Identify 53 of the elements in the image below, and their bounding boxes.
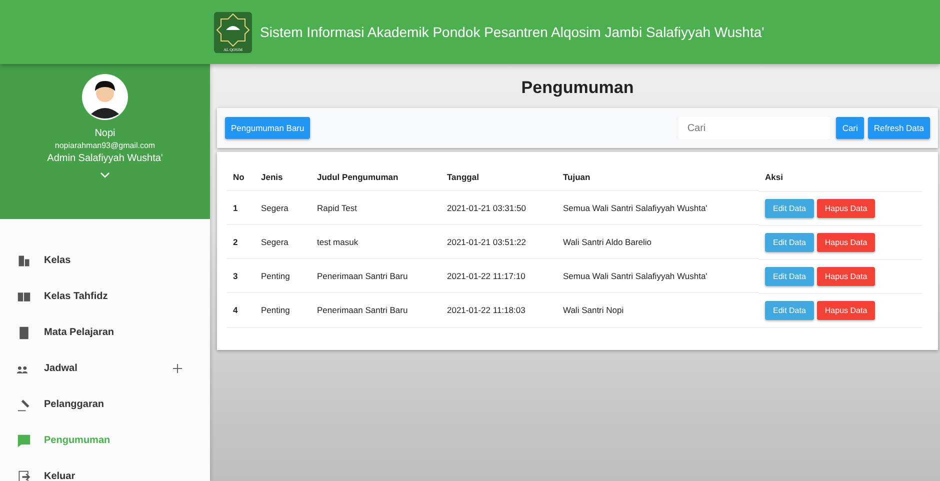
table-cell: 2 <box>227 224 255 258</box>
delete-button[interactable]: Hapus Data <box>816 198 876 218</box>
table-cell: 2021-01-21 03:31:50 <box>441 190 557 224</box>
delete-button[interactable]: Hapus Data <box>816 266 876 286</box>
table-cell: Penting <box>255 292 311 328</box>
edit-button[interactable]: Edit Data <box>765 266 814 286</box>
edit-button[interactable]: Edit Data <box>765 232 814 252</box>
table-cell: 2021-01-22 11:17:10 <box>441 258 557 292</box>
menu-item[interactable]: Kelas <box>0 252 210 269</box>
table-cell: Semua Wali Santri Salafiyyah Wushta' <box>557 258 759 292</box>
column-header: Judul Pengumuman <box>311 166 441 190</box>
search-field[interactable]: Cari <box>679 117 830 139</box>
column-header: Jenis <box>255 166 311 190</box>
table-cell: 2021-01-22 11:18:03 <box>441 292 557 328</box>
menu-item[interactable]: Jadwal <box>0 360 210 377</box>
column-header: Tanggal <box>441 166 557 190</box>
profile-name: Nopi <box>94 128 116 139</box>
menu-item[interactable]: Pengumuman <box>0 432 210 449</box>
table-cell: 4 <box>227 292 255 328</box>
table-cell: Wali Santri Aldo Barelio <box>557 224 759 258</box>
avatar-icon <box>82 74 128 120</box>
new-announcement-button[interactable]: Pengumuman Baru <box>225 117 310 139</box>
page-title: Pengumuman <box>520 78 635 98</box>
table-cell: Rapid Test <box>311 190 441 224</box>
profile-email: nopiarahman93@gmail.com <box>54 141 156 150</box>
menu-item[interactable]: Mata Pelajaran <box>0 324 210 341</box>
menu-item[interactable]: Kelas Tahfidz <box>0 288 210 305</box>
table-cell: Wali Santri Nopi <box>557 292 759 328</box>
table-cell: Penerimaan Santri Baru <box>311 292 441 328</box>
table-cell: test masuk <box>311 224 441 258</box>
table-cell: Segera <box>255 190 311 224</box>
delete-button[interactable]: Hapus Data <box>816 300 876 320</box>
table-cell: Semua Wali Santri Salafiyyah Wushta' <box>557 190 759 224</box>
search-button[interactable]: Cari <box>836 117 864 139</box>
column-header: Tujuan <box>557 166 759 190</box>
plus-icon[interactable] <box>173 364 182 373</box>
app-title: Sistem Informasi Akademik Pondok Pesantren Alqosim Jambi Salafiyyah Wushta' <box>260 24 764 40</box>
table-cell: 2021-01-21 03:51:22 <box>441 224 557 258</box>
edit-button[interactable]: Edit Data <box>765 198 814 218</box>
chevron-down-icon[interactable] <box>100 172 110 178</box>
table-cell: Segera <box>255 224 311 258</box>
table-cell: 1 <box>227 190 255 224</box>
menu-item[interactable]: Keluar <box>0 468 210 481</box>
column-header: No <box>227 166 255 190</box>
table-cell: Penerimaan Santri Baru <box>311 258 441 292</box>
refresh-button[interactable]: Refresh Data <box>868 117 930 139</box>
profile-role: Admin Salafiyyah Wushta' <box>47 153 163 164</box>
edit-button[interactable]: Edit Data <box>765 300 814 320</box>
menu-item[interactable]: Pelanggaran <box>0 396 210 413</box>
table-cell: 3 <box>227 258 255 292</box>
delete-button[interactable]: Hapus Data <box>816 232 876 252</box>
table-cell: Penting <box>255 258 311 292</box>
column-header: Aksi <box>759 166 922 190</box>
